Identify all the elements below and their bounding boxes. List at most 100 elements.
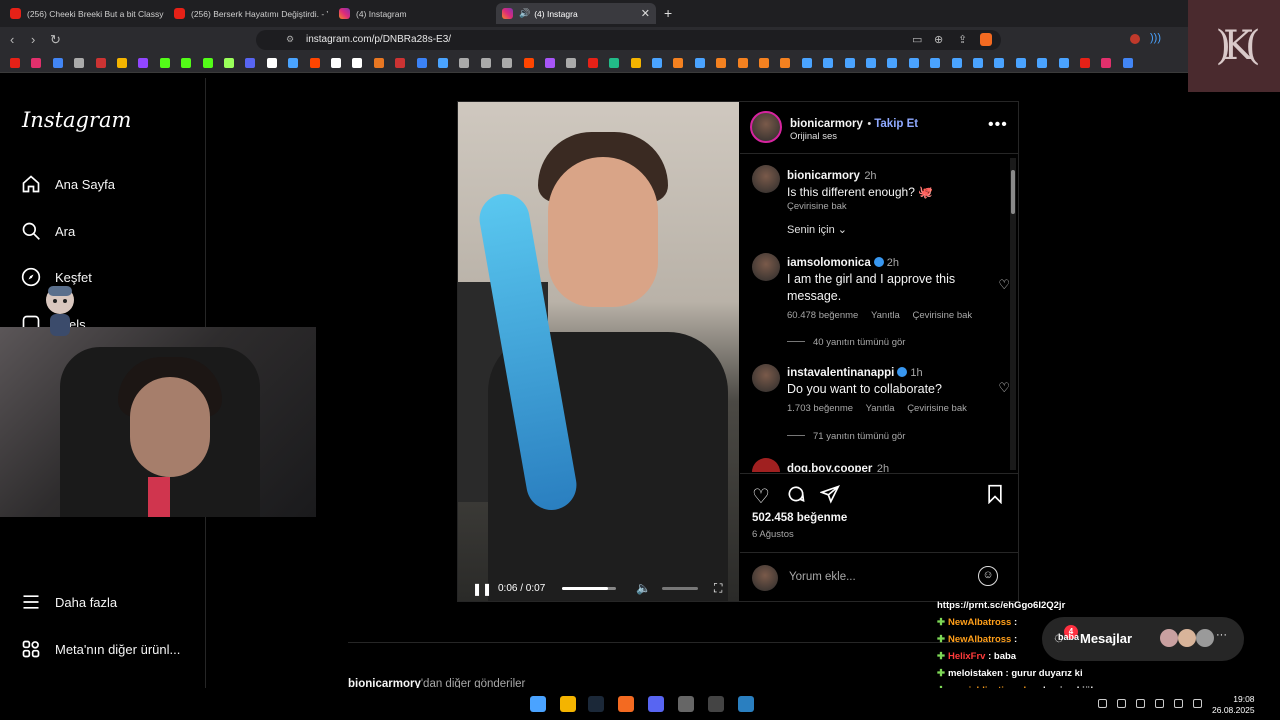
- brave-shield-icon[interactable]: [980, 33, 992, 46]
- back-icon[interactable]: ‹: [10, 32, 14, 47]
- comment-likes[interactable]: 1.703 beğenme: [787, 403, 853, 414]
- bookmark-favicon-icon[interactable]: [395, 58, 406, 68]
- messages-button[interactable]: ◌ 4 baba Mesajlar ···: [1042, 617, 1244, 661]
- bookmark-favicon-icon[interactable]: [52, 58, 63, 68]
- bookmark-favicon-icon[interactable]: [1015, 58, 1026, 68]
- view-replies[interactable]: 71 yanıtın tümünü gör: [787, 431, 905, 442]
- bookmark-favicon-icon[interactable]: [288, 58, 299, 68]
- bookmark-favicon-icon[interactable]: [10, 58, 20, 68]
- translate-link[interactable]: Çevirisine bak: [912, 310, 972, 321]
- bookmark-favicon-icon[interactable]: [609, 58, 620, 68]
- bookmark-favicon-icon[interactable]: [587, 58, 598, 68]
- volume-icon[interactable]: [1174, 699, 1183, 708]
- commenter-avatar[interactable]: [752, 364, 780, 392]
- comments-scrollbar[interactable]: [1010, 158, 1016, 470]
- tab-youtube-2[interactable]: (256) Berserk Hayatımı Değiştirdi. - Y: [168, 3, 328, 24]
- bookmark-favicon-icon[interactable]: [159, 58, 170, 68]
- like-comment-icon[interactable]: ♡: [998, 277, 1010, 293]
- commenter-username[interactable]: dog.boy.cooper: [787, 463, 872, 472]
- bookmark-favicon-icon[interactable]: [523, 58, 534, 68]
- app-icon[interactable]: [738, 696, 754, 712]
- bookmark-favicon-icon[interactable]: [823, 58, 834, 68]
- bookmark-favicon-icon[interactable]: [480, 58, 491, 68]
- bookmark-favicon-icon[interactable]: [1101, 58, 1112, 68]
- zoom-icon[interactable]: ⊕: [934, 33, 943, 46]
- comment-icon[interactable]: [786, 484, 806, 510]
- volume-slider[interactable]: [662, 587, 698, 590]
- comment-likes[interactable]: 60.478 beğenme: [787, 310, 858, 321]
- bookmark-favicon-icon[interactable]: [95, 58, 106, 68]
- audio-extension-icon[interactable]: ))): [1150, 32, 1161, 44]
- tab-youtube-1[interactable]: (256) Cheeki Breeki But a bit Classy -: [4, 3, 164, 24]
- bookmark-favicon-icon[interactable]: [309, 58, 320, 68]
- caption-avatar[interactable]: [752, 165, 780, 193]
- commenter-username[interactable]: instavalentinanappi: [787, 367, 894, 379]
- bookmark-favicon-icon[interactable]: [416, 58, 427, 68]
- like-comment-icon[interactable]: ♡: [998, 380, 1010, 396]
- sidebar-item-meta[interactable]: Meta'nın diğer ürünl...: [20, 638, 180, 660]
- bookmark-favicon-icon[interactable]: [117, 58, 127, 68]
- reply-button[interactable]: Yanıtla: [871, 310, 900, 321]
- tab-instagram-1[interactable]: (4) Instagram: [333, 3, 493, 24]
- bookmark-favicon-icon[interactable]: [1122, 58, 1133, 68]
- author-avatar[interactable]: [750, 111, 782, 143]
- close-tab-icon[interactable]: ✕: [641, 7, 650, 20]
- microphone-icon[interactable]: [1136, 699, 1145, 708]
- sidebar-item-more[interactable]: Daha fazla: [20, 591, 117, 613]
- bookmark-favicon-icon[interactable]: [930, 58, 941, 68]
- bookmark-favicon-icon[interactable]: [1037, 58, 1048, 68]
- bookmark-favicon-icon[interactable]: [887, 58, 898, 68]
- caption-username[interactable]: bionicarmory: [787, 170, 860, 182]
- bookmark-favicon-icon[interactable]: [630, 58, 641, 68]
- new-tab-button[interactable]: +: [664, 5, 672, 21]
- share-icon[interactable]: [819, 484, 840, 510]
- extension-icon[interactable]: [1130, 34, 1140, 44]
- reload-icon[interactable]: ↻: [50, 32, 61, 48]
- network-icon[interactable]: [1155, 699, 1164, 708]
- forward-icon[interactable]: ›: [31, 32, 35, 47]
- address-bar[interactable]: ⚙ instagram.com/p/DNBRa28s-E3/ ▭ ⊕ ⇪: [256, 30, 1001, 50]
- chevron-up-icon[interactable]: [1098, 699, 1107, 708]
- author-username[interactable]: bionicarmory: [790, 118, 863, 130]
- bookmark-favicon-icon[interactable]: [780, 58, 791, 68]
- bookmark-favicon-icon[interactable]: [31, 58, 42, 68]
- bookmark-favicon-icon[interactable]: [352, 58, 363, 68]
- site-info-icon[interactable]: ⚙: [286, 34, 294, 45]
- pause-icon[interactable]: ❚❚: [472, 582, 492, 596]
- share-icon[interactable]: ⇪: [958, 33, 967, 46]
- like-icon[interactable]: ♡: [752, 484, 770, 509]
- audio-label[interactable]: Orijinal ses: [790, 131, 837, 142]
- bookmark-favicon-icon[interactable]: [801, 58, 812, 68]
- bookmark-favicon-icon[interactable]: [652, 58, 662, 68]
- more-options-icon[interactable]: •••: [988, 116, 1008, 134]
- volume-icon[interactable]: 🔈: [636, 581, 651, 595]
- bookmark-favicon-icon[interactable]: [202, 58, 213, 68]
- emoji-icon[interactable]: ☺: [978, 566, 998, 586]
- system-clock[interactable]: 19:08 26.08.2025: [1212, 694, 1255, 716]
- tab-instagram-active[interactable]: 🔊 (4) Instagra ✕: [496, 3, 656, 24]
- save-icon[interactable]: [986, 484, 1004, 510]
- bookmark-favicon-icon[interactable]: [673, 58, 684, 68]
- scrollbar-thumb[interactable]: [1011, 170, 1015, 214]
- bookmark-favicon-icon[interactable]: [224, 58, 234, 68]
- bookmark-favicon-icon[interactable]: [181, 58, 192, 68]
- bookmark-favicon-icon[interactable]: [866, 58, 876, 68]
- steam-icon[interactable]: [588, 696, 604, 712]
- commenter-avatar[interactable]: [752, 253, 780, 281]
- reply-button[interactable]: Yanıtla: [866, 403, 895, 414]
- discord-icon[interactable]: [648, 696, 664, 712]
- bookmark-favicon-icon[interactable]: [1080, 58, 1090, 68]
- brave-browser-icon[interactable]: [618, 696, 634, 712]
- bookmark-favicon-icon[interactable]: [973, 58, 983, 68]
- app-icon[interactable]: [678, 696, 694, 712]
- bookmark-favicon-icon[interactable]: [759, 58, 769, 68]
- bookmark-favicon-icon[interactable]: [266, 58, 277, 68]
- bookmark-favicon-icon[interactable]: [844, 58, 855, 68]
- sort-dropdown[interactable]: Senin için ⌄: [787, 223, 847, 236]
- fullscreen-icon[interactable]: ⛶: [714, 581, 722, 596]
- commenter-username[interactable]: iamsolomonica: [787, 257, 871, 269]
- cast-icon[interactable]: ▭: [912, 33, 922, 46]
- bookmark-favicon-icon[interactable]: [373, 58, 384, 68]
- instagram-logo[interactable]: Instagram: [22, 108, 131, 132]
- bookmark-favicon-icon[interactable]: [438, 58, 448, 68]
